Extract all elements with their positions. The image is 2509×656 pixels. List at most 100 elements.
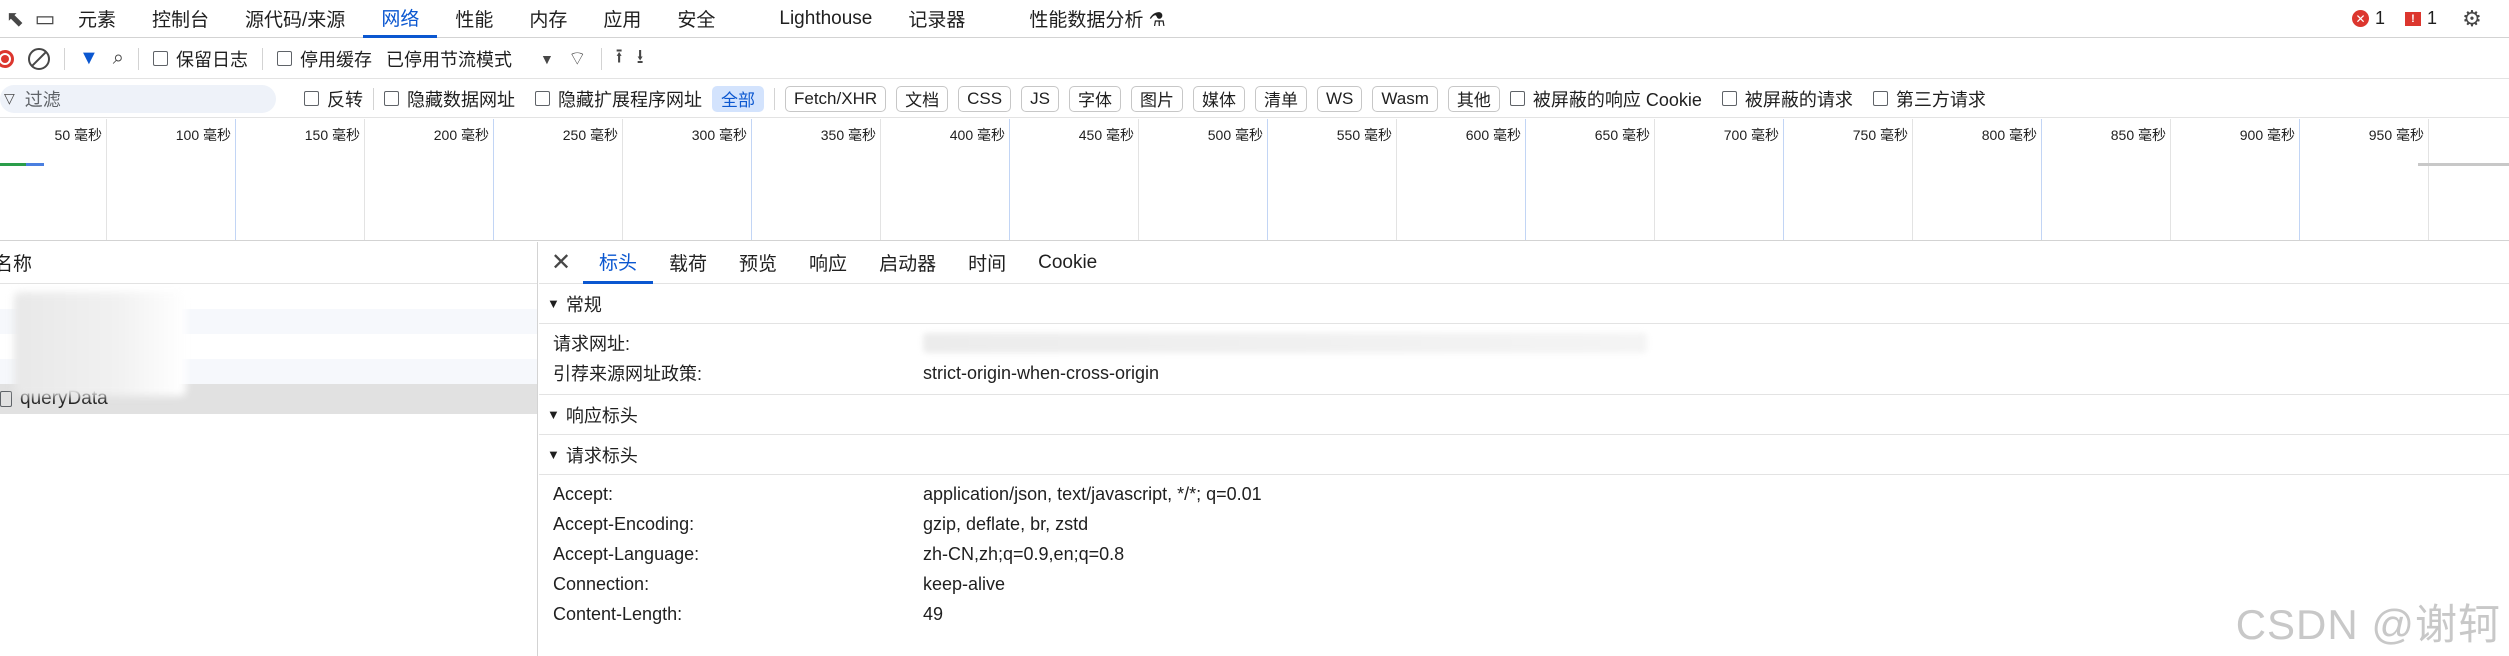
header-row: Accept-Encoding: gzip, deflate, br, zstd — [539, 509, 2509, 539]
tab-application[interactable]: 应用 — [585, 0, 659, 38]
blocked-requests-checkbox[interactable]: 被屏蔽的请求 — [1721, 86, 1853, 112]
type-filter-ws[interactable]: WS — [1316, 85, 1363, 112]
tab-security[interactable]: 安全 — [659, 0, 733, 38]
timeline-tick: 200 毫秒 — [365, 119, 494, 240]
checkbox-box[interactable] — [384, 91, 399, 106]
type-filter-manifest[interactable]: 清单 — [1254, 85, 1307, 112]
import-har-icon[interactable]: ⭱ — [616, 42, 623, 76]
type-filter-css[interactable]: CSS — [958, 85, 1012, 112]
inspect-element-icon[interactable]: ⬉ — [0, 4, 30, 34]
network-filterbar: ▽ 过滤 反转 隐藏数据网址 隐藏扩展程序网址 全部 Fetch/XHR 文档 … — [0, 80, 2509, 118]
disable-cache-checkbox[interactable]: 停用缓存 — [277, 46, 372, 72]
hide-extension-urls-checkbox[interactable]: 隐藏扩展程序网址 — [535, 86, 702, 112]
name-column-header[interactable]: 名称 — [0, 242, 537, 284]
timeline-tick: 150 毫秒 — [236, 119, 365, 240]
checkbox-box[interactable] — [1509, 91, 1525, 106]
checkbox-box[interactable] — [277, 51, 292, 66]
close-icon[interactable]: ✕ — [539, 248, 583, 277]
invert-checkbox[interactable]: 反转 — [304, 86, 363, 112]
timeline-tick-label: 950 毫秒 — [2368, 127, 2424, 143]
filter-icon[interactable]: ▼ — [79, 47, 99, 70]
tab-recorder[interactable]: 记录器 — [890, 0, 983, 38]
timeline-tick-label: 300 毫秒 — [691, 127, 747, 143]
filter-input[interactable]: ▽ 过滤 — [0, 84, 276, 113]
timeline-tick-label: 600 毫秒 — [1465, 127, 1521, 143]
tab-payload[interactable]: 载荷 — [653, 242, 723, 284]
throttling-value: 已停用节流模式 — [386, 49, 512, 70]
general-section-title: 常规 — [565, 294, 602, 315]
gear-icon[interactable]: ⚙ — [2457, 4, 2487, 34]
tab-performance[interactable]: 性能 — [437, 0, 511, 38]
request-headers-section-header[interactable]: ▼ 请求标头 — [539, 435, 2509, 475]
request-headers-title: 请求标头 — [565, 445, 638, 466]
hide-data-urls-checkbox[interactable]: 隐藏数据网址 — [384, 86, 515, 112]
header-row: 引荐来源网址政策: strict-origin-when-cross-origi… — [539, 358, 2509, 388]
hide-data-urls-label: 隐藏数据网址 — [407, 89, 515, 110]
timeline-tick: 750 毫秒 — [1784, 119, 1913, 240]
search-icon[interactable]: ⌕ — [113, 47, 124, 70]
issues-indicator[interactable]: ! 1 — [2404, 8, 2437, 29]
name-column-label: 名称 — [0, 254, 33, 275]
tab-memory[interactable]: 内存 — [511, 0, 585, 38]
tab-initiator[interactable]: 启动器 — [863, 242, 952, 284]
type-filter-wasm[interactable]: Wasm — [1372, 85, 1438, 112]
request-details: ✕ 标头 载荷 预览 响应 启动器 时间 Cookie ▼ 常规 请求网址: 引… — [539, 242, 2509, 656]
checkbox-box[interactable] — [1872, 91, 1888, 106]
header-row: Accept: application/json, text/javascrip… — [539, 479, 2509, 509]
errors-indicator[interactable]: ✕ 1 — [2351, 8, 2385, 29]
type-filter-media[interactable]: 媒体 — [1192, 85, 1245, 112]
tab-response[interactable]: 响应 — [793, 242, 863, 284]
tab-elements[interactable]: 元素 — [60, 0, 134, 38]
blocked-requests-label: 被屏蔽的请求 — [1744, 89, 1853, 110]
timeline-tick-label: 900 毫秒 — [2239, 127, 2295, 143]
timeline-tick: 450 毫秒 — [1010, 119, 1139, 240]
general-section-header[interactable]: ▼ 常规 — [539, 284, 2509, 324]
tab-cookies[interactable]: Cookie — [1022, 242, 1113, 284]
record-icon[interactable] — [0, 49, 14, 68]
checkbox-box[interactable] — [1721, 91, 1737, 106]
checkbox-box[interactable] — [153, 51, 168, 66]
type-filter-font[interactable]: 字体 — [1068, 85, 1121, 112]
type-filter-js[interactable]: JS — [1021, 85, 1059, 112]
filter-placeholder: 过滤 — [24, 89, 61, 110]
preserve-log-checkbox[interactable]: 保留日志 — [153, 46, 248, 72]
timeline-tick: 100 — [2429, 119, 2509, 240]
timeline-overview[interactable]: 100 950 毫秒 900 毫秒 850 毫秒 800 毫秒 750 毫秒 700 毫秒 6… — [0, 119, 2509, 241]
request-list: 名称 queryData — [0, 242, 538, 656]
details-tabbar: ✕ 标头 载荷 预览 响应 启动器 时间 Cookie — [539, 242, 2509, 284]
export-har-icon[interactable]: ⭳ — [637, 42, 644, 76]
tab-preview[interactable]: 预览 — [723, 242, 793, 284]
redacted-url — [923, 333, 1647, 353]
separator — [138, 47, 139, 70]
timeline-bar-gray — [2418, 163, 2509, 166]
tab-timing[interactable]: 时间 — [952, 242, 1022, 284]
checkbox-box[interactable] — [535, 91, 550, 106]
header-value: strict-origin-when-cross-origin — [923, 362, 1160, 383]
type-filter-other[interactable]: 其他 — [1447, 85, 1500, 112]
type-filter-fetch-xhr[interactable]: Fetch/XHR — [785, 85, 887, 112]
tab-headers[interactable]: 标头 — [583, 242, 654, 284]
request-headers-body: Accept: application/json, text/javascrip… — [539, 475, 2509, 629]
device-toolbar-icon[interactable]: ▭ — [30, 4, 60, 34]
tab-performance-insights[interactable]: 性能数据分析 ⚗ — [983, 0, 1183, 38]
type-filter-doc[interactable]: 文档 — [896, 85, 949, 112]
blocked-cookies-checkbox[interactable]: 被屏蔽的响应 Cookie — [1509, 86, 1702, 112]
type-filter-all[interactable]: 全部 — [712, 85, 764, 112]
tab-lighthouse[interactable]: Lighthouse — [733, 0, 890, 38]
throttling-select[interactable]: 已停用节流模式 ▼ — [386, 46, 554, 72]
network-conditions-icon[interactable]: ⌔ — [568, 46, 587, 71]
timeline-tick: 250 毫秒 — [494, 119, 623, 240]
type-filter-img[interactable]: 图片 — [1130, 85, 1183, 112]
clear-icon[interactable] — [28, 47, 50, 70]
tab-console[interactable]: 控制台 — [134, 0, 227, 38]
tab-sources[interactable]: 源代码/来源 — [227, 0, 363, 38]
header-value: application/json, text/javascript, */*; … — [923, 483, 1262, 504]
disable-cache-label: 停用缓存 — [300, 49, 372, 70]
header-row: Connection: keep-alive — [539, 569, 2509, 599]
header-value: 49 — [923, 603, 944, 624]
tab-network[interactable]: 网络 — [363, 0, 438, 38]
checkbox-box[interactable] — [304, 91, 319, 106]
response-headers-section-header[interactable]: ▼ 响应标头 — [539, 395, 2509, 435]
response-headers-title: 响应标头 — [565, 405, 638, 426]
third-party-checkbox[interactable]: 第三方请求 — [1872, 86, 1986, 112]
